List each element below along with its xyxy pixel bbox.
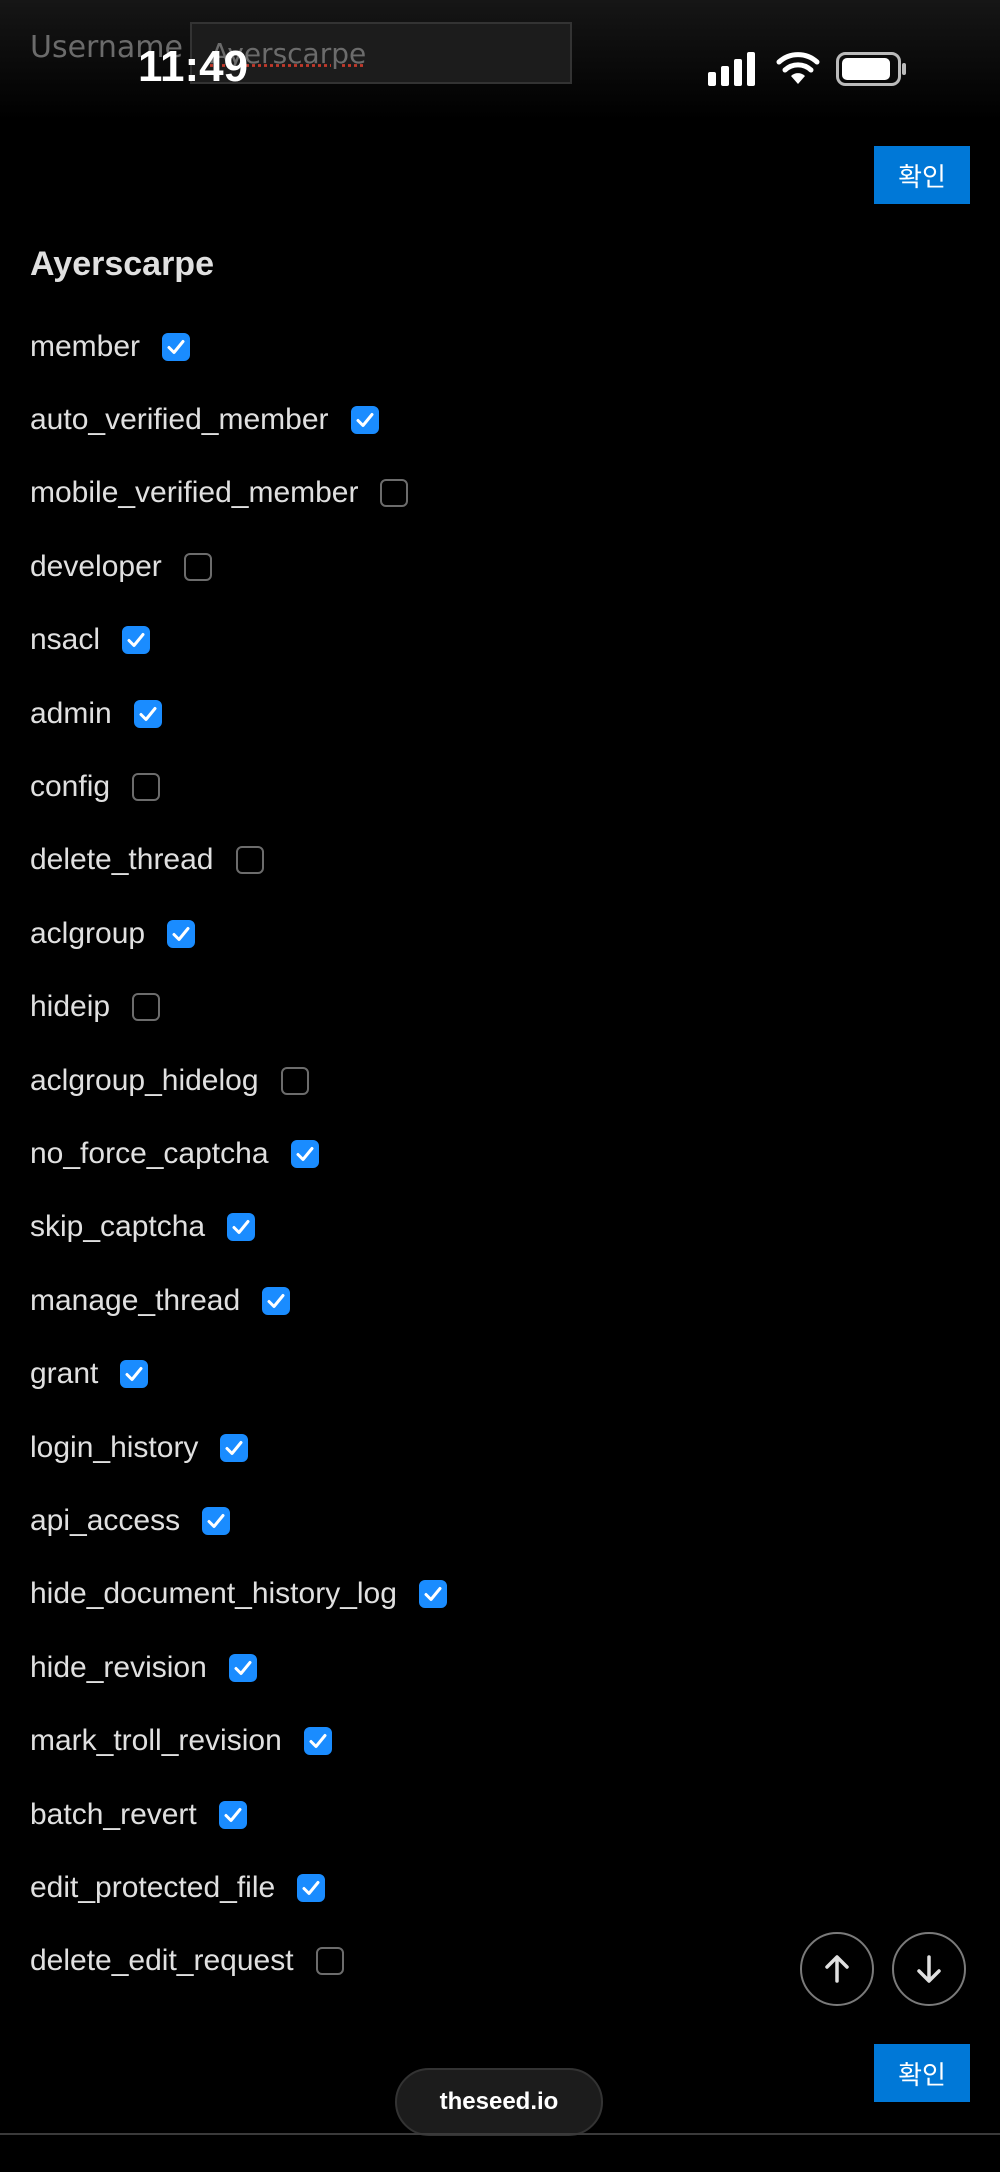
permission-label: delete_edit_request [30,1944,294,1978]
permission-label: mobile_verified_member [30,476,359,510]
permission-label: batch_revert [30,1797,197,1831]
permission-checkbox[interactable] [280,1066,309,1095]
permission-list: member auto_verified_member mobile_verifie… [30,310,447,1998]
permission-row: hide_revision [30,1631,447,1704]
permission-row: admin [30,677,447,750]
permission-checkbox[interactable] [290,1139,319,1168]
permission-checkbox[interactable] [315,1947,344,1976]
permission-row: aclgroup_hidelog [30,1044,447,1117]
checkmark-icon [225,1440,243,1455]
permission-label: aclgroup_hidelog [30,1063,259,1097]
permission-checkbox[interactable] [380,479,409,508]
permission-row: mobile_verified_member [30,457,447,530]
permission-label: aclgroup [30,916,146,950]
permission-label: login_history [30,1430,199,1464]
permission-label: mark_troll_revision [30,1724,282,1758]
permission-row: no_force_captcha [30,1117,447,1190]
permission-label: developer [30,549,162,583]
permission-label: admin [30,696,112,730]
permission-row: manage_thread [30,1264,447,1337]
permission-label: manage_thread [30,1283,241,1317]
permission-label: auto_verified_member [30,403,329,437]
permission-row: hideip [30,971,447,1044]
checkmark-icon [302,1880,320,1895]
permission-checkbox[interactable] [167,919,196,948]
checkmark-icon [232,1220,250,1235]
permission-row: delete_thread [30,824,447,897]
permission-checkbox[interactable] [133,699,162,728]
permission-label: hide_document_history_log [30,1577,397,1611]
wifi-icon [776,52,820,84]
permission-checkbox[interactable] [262,1286,291,1315]
scroll-down-button[interactable] [892,1932,966,2006]
permission-checkbox[interactable] [183,552,212,581]
checkmark-icon [207,1513,225,1528]
checkmark-icon [296,1146,314,1161]
permission-row: nsacl [30,604,447,677]
permission-label: delete_thread [30,843,214,877]
checkmark-icon [356,413,373,428]
battery-icon [836,52,906,86]
checkmark-icon [139,706,157,721]
permission-checkbox[interactable] [132,993,161,1022]
checkmark-icon [224,1807,242,1822]
permission-row: auto_verified_member [30,383,447,456]
permission-row: login_history [30,1411,447,1484]
permission-label: no_force_captcha [30,1136,269,1170]
permission-checkbox[interactable] [418,1580,447,1609]
bottom-divider [0,2133,1000,2135]
permission-row: delete_edit_request [30,1925,447,1998]
permission-label: api_access [30,1503,181,1537]
permission-row: developer [30,530,447,603]
permission-row: edit_protected_file [30,1851,447,1924]
permission-label: edit_protected_file [30,1870,276,1904]
permission-checkbox[interactable] [227,1213,256,1242]
checkmark-icon [167,339,185,354]
cellular-signal-icon [708,52,755,86]
permission-checkbox[interactable] [350,406,379,435]
checkmark-icon [125,1367,143,1382]
group-title: Ayerscarpe [30,245,214,283]
permission-label: skip_captcha [30,1210,206,1244]
permission-row: skip_captcha [30,1191,447,1264]
checkmark-icon [172,926,190,941]
permission-label: hide_revision [30,1650,207,1684]
permission-row: member [30,310,447,383]
permission-checkbox[interactable] [220,1433,249,1462]
checkmark-icon [309,1734,327,1749]
permission-label: member [30,329,141,363]
permission-row: mark_troll_revision [30,1704,447,1777]
permission-label: config [30,770,111,804]
permission-row: batch_revert [30,1778,447,1851]
permission-checkbox[interactable] [120,1360,149,1389]
permission-checkbox[interactable] [162,332,191,361]
permission-label: grant [30,1357,99,1391]
permission-checkbox[interactable] [122,626,151,655]
permission-checkbox[interactable] [303,1727,332,1756]
permission-checkbox[interactable] [202,1506,231,1535]
permission-label: hideip [30,990,111,1024]
permission-row: config [30,750,447,823]
permission-label: nsacl [30,623,101,657]
scroll-up-button[interactable] [800,1932,874,2006]
permission-checkbox[interactable] [132,773,161,802]
permission-row: api_access [30,1484,447,1557]
browser-address-pill[interactable]: theseed.io [395,2068,603,2136]
permission-checkbox[interactable] [218,1800,247,1829]
confirm-button-top[interactable]: 확인 [874,146,970,204]
checkmark-icon [234,1660,252,1675]
arrow-down-icon [917,1955,941,1983]
status-time: 11:49 [138,42,249,91]
permission-row: grant [30,1337,447,1410]
confirm-button-bottom[interactable]: 확인 [874,2044,970,2102]
checkmark-icon [127,633,145,648]
permission-row: hide_document_history_log [30,1558,447,1631]
permission-checkbox[interactable] [228,1653,257,1682]
arrow-up-icon [825,1955,849,1983]
checkmark-icon [424,1587,442,1602]
checkmark-icon [267,1293,285,1308]
permission-checkbox[interactable] [297,1873,326,1902]
permission-checkbox[interactable] [235,846,264,875]
permission-row: aclgroup [30,897,447,970]
